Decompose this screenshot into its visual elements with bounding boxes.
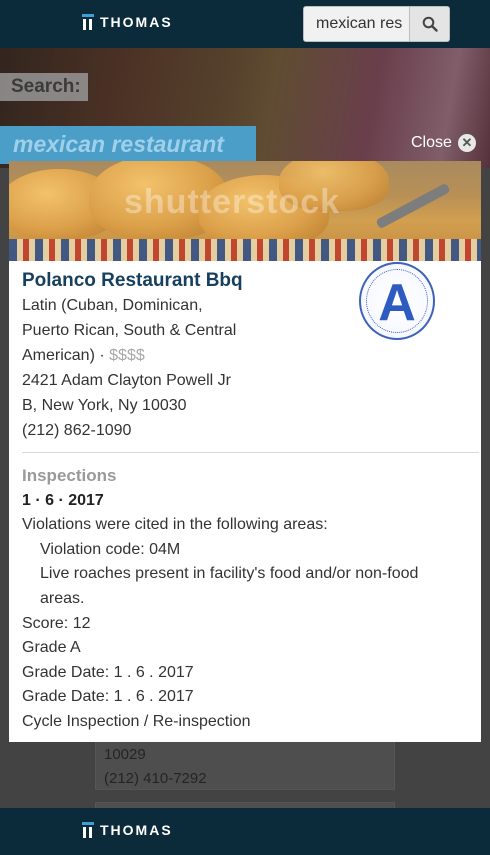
grade-badge: A <box>359 262 435 340</box>
cuisine-line: Latin (Cuban, Dominican, <box>22 297 203 314</box>
restaurant-photo: shutterstock <box>9 161 481 261</box>
close-icon: ✕ <box>457 134 476 152</box>
inspections-section: Inspections 1 · 6 · 2017 Violations were… <box>22 464 472 735</box>
close-button[interactable]: Close ✕ <box>411 134 476 152</box>
search-icon <box>422 16 438 32</box>
cuisine-line: American) · $$$$ <box>22 343 362 368</box>
address-line: B, New York, Ny 10030 <box>22 397 187 414</box>
image-watermark: shutterstock <box>124 183 341 221</box>
phone-number[interactable]: (212) 862-1090 <box>22 418 362 443</box>
grade-date: Grade Date: 1 . 6 . 2017 <box>22 688 194 706</box>
cuisine-line-end: American) · <box>22 347 105 364</box>
search-button[interactable] <box>409 7 449 41</box>
close-label: Close <box>411 134 452 151</box>
violation-description: Live roaches present in facility's food … <box>40 565 419 583</box>
search-input[interactable] <box>304 7 409 41</box>
violation-description: areas. <box>40 589 85 607</box>
cuisine-line: Puerto Rican, South & Central <box>22 322 237 339</box>
brand-name: THOMAS <box>100 14 173 30</box>
footer-brand-name: THOMAS <box>100 822 173 838</box>
search-label: Search: <box>0 73 88 101</box>
inspections-title: Inspections <box>22 466 117 485</box>
thomas-logo-icon <box>82 14 94 30</box>
restaurant-detail-modal: shutterstock Polanco Restaurant Bbq Lati… <box>9 161 481 742</box>
top-navbar: THOMAS <box>0 0 490 48</box>
search-box <box>303 6 450 42</box>
violations-intro: Violations were cited in the following a… <box>22 516 328 534</box>
inspection-grade: Grade A <box>22 639 81 657</box>
violation-code: Violation code: 04M <box>40 540 181 558</box>
inspection-score: Score: 12 <box>22 614 91 632</box>
restaurant-info: Polanco Restaurant Bbq Latin (Cuban, Dom… <box>22 269 362 443</box>
grade-date: Grade Date: 1 . 6 . 2017 <box>22 663 194 681</box>
divider <box>22 452 479 453</box>
price-level: $$$$ <box>109 347 145 364</box>
inspection-type: Cycle Inspection / Re-inspection <box>22 712 251 730</box>
thomas-logo[interactable]: THOMAS <box>82 14 173 30</box>
thomas-logo-icon <box>82 822 94 838</box>
grade-letter: A <box>378 274 416 332</box>
footer-thomas-logo[interactable]: THOMAS <box>82 822 173 838</box>
footer: THOMAS <box>0 808 490 855</box>
address-line: 2421 Adam Clayton Powell Jr <box>22 372 231 389</box>
restaurant-name: Polanco Restaurant Bbq <box>22 270 243 291</box>
query-banner: mexican restaurant <box>0 126 256 164</box>
inspection-date: 1 · 6 · 2017 <box>22 491 104 509</box>
